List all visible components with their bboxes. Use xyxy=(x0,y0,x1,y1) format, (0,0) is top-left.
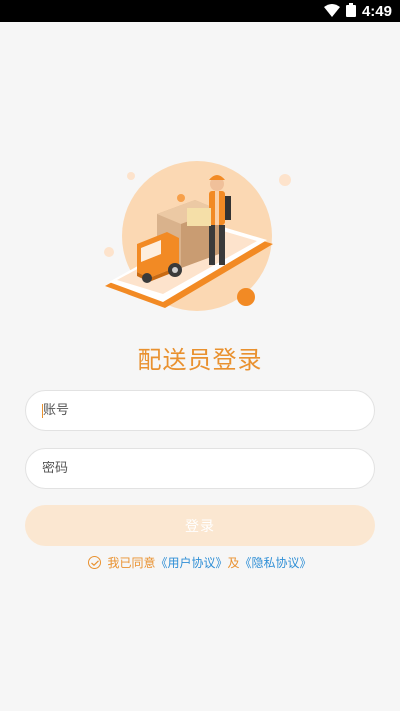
status-time: 4:49 xyxy=(361,2,392,20)
account-field[interactable] xyxy=(25,390,375,431)
wifi-icon xyxy=(323,2,340,21)
page-title: 配送员登录 xyxy=(137,346,263,374)
password-input[interactable] xyxy=(42,461,374,476)
checkbox-icon[interactable] xyxy=(88,556,102,569)
privacy-agreement-link[interactable]: 《隐私协议》 xyxy=(240,556,312,570)
user-agreement-link[interactable]: 《用户协议》 xyxy=(155,556,227,570)
battery-icon xyxy=(345,2,356,21)
agreement-conjunction: 及 xyxy=(227,556,240,570)
account-input[interactable] xyxy=(43,403,374,418)
status-bar: 4:49 xyxy=(0,0,400,22)
password-field[interactable] xyxy=(25,448,375,489)
login-button[interactable]: 登录 xyxy=(25,505,375,546)
agreement-row: 我已同意《用户协议》及《隐私协议》 xyxy=(0,554,400,571)
delivery-illustration xyxy=(95,158,295,328)
agreement-prefix: 我已同意 xyxy=(107,556,156,570)
